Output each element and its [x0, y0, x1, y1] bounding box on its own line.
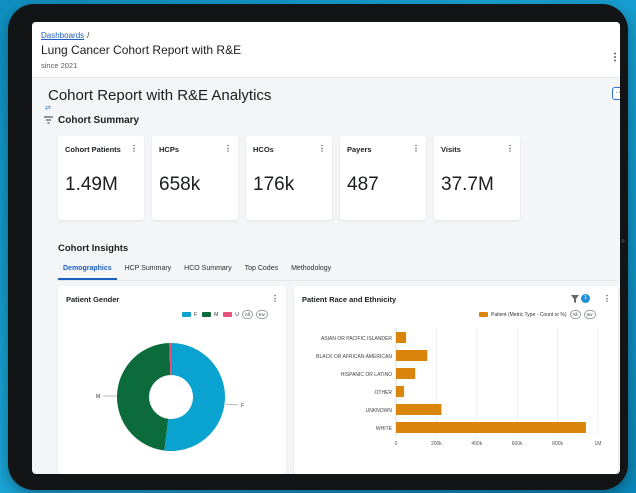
race-legend: Patient (Metric Type - Count or %) All I…: [474, 310, 596, 319]
kpi-menu-icon[interactable]: ⋮: [130, 144, 138, 153]
gender-donut-chart: FM: [96, 343, 244, 451]
race-bar-chart: 0 200k 400k 600k 800k 1M ASIAN OR PACIFIC ISLA…: [316, 328, 602, 447]
legend-invert-toggle[interactable]: Inv: [255, 310, 268, 319]
filter-lines-icon[interactable]: [44, 116, 53, 124]
x-tick-label: 400k: [471, 441, 482, 447]
kpi-card-visits: Visits ⋮ 37.7M: [434, 136, 520, 220]
camera-dot: [621, 239, 625, 243]
tab-hco-summary[interactable]: HCO Summary: [179, 262, 236, 280]
kpi-label: HCPs: [159, 145, 180, 154]
report-title: Lung Cancer Cohort Report with R&E: [41, 43, 242, 57]
breadcrumb-dashboards-link[interactable]: Dashboards: [41, 31, 84, 40]
panel-menu-icon[interactable]: ⋮: [603, 294, 611, 303]
funnel-icon[interactable]: [571, 294, 579, 303]
bar-asian-or-pacific-islander: [396, 332, 407, 343]
race-ethnicity-panel: Patient Race and Ethnicity 1 ⋮ Patient (…: [294, 286, 618, 474]
breadcrumb: Dashboards /: [41, 31, 89, 40]
legend-swatch-patient: [479, 312, 488, 317]
kpi-card-hcos: HCOs ⋮ 176k: [246, 136, 332, 220]
kpi-card-hcps: HCPs ⋮ 658k: [152, 136, 238, 220]
y-tick-label: UNKNOWN: [366, 408, 393, 414]
legend-label-patient[interactable]: Patient (Metric Type - Count or %): [491, 312, 567, 318]
report-menu-icon[interactable]: ⋮: [610, 52, 620, 63]
y-tick-label: WHITE: [376, 426, 393, 432]
patient-gender-panel: Patient Gender ⋮ F M U All Inv FM: [58, 286, 286, 474]
report-subtitle: since 2021: [41, 61, 78, 70]
y-tick-label: OTHER: [375, 390, 393, 396]
cohort-insights-title: Cohort Insights: [58, 243, 129, 254]
gender-legend: F M U All Inv: [177, 310, 268, 319]
legend-swatch-m: [202, 312, 212, 317]
slice-label-f: F: [241, 403, 244, 409]
x-tick-label: 200k: [431, 441, 442, 447]
report-header: Dashboards / Lung Cancer Cohort Report wi…: [32, 22, 620, 78]
kpi-card-payers: Payers ⋮ 487: [340, 136, 426, 220]
insights-tabs: Demographics HCP Summary HCO Summary Top…: [58, 262, 339, 280]
bar-hispanic-or-latino: [396, 368, 416, 379]
filter-count-badge: 1: [581, 294, 590, 303]
breadcrumb-separator: /: [87, 31, 90, 40]
slice-label-m: M: [96, 394, 100, 400]
tabs-divider: [58, 280, 618, 281]
donut-slice-m: [117, 343, 171, 451]
x-tick-label: 0: [395, 441, 398, 447]
panel-menu-icon[interactable]: ⋮: [271, 294, 279, 303]
kpi-value: 487: [347, 174, 379, 195]
dashboard-content: Cohort Report with R&E Analytics ··· ⇄ C…: [32, 78, 620, 474]
bar-unknown: [396, 404, 442, 415]
legend-swatch-u: [223, 312, 233, 317]
tab-hcp-summary[interactable]: HCP Summary: [120, 262, 177, 280]
legend-invert-toggle[interactable]: Inv: [583, 310, 596, 319]
legend-all-toggle[interactable]: All: [569, 310, 581, 319]
collapse-arrows-icon[interactable]: ⇄: [45, 104, 51, 112]
y-tick-label: BLACK OR AFRICAN AMERICAN: [316, 354, 392, 360]
cohort-summary-title: Cohort Summary: [58, 115, 140, 126]
y-tick-label: HISPANIC OR LATINO: [341, 372, 392, 378]
active-filter-indicator[interactable]: 1: [571, 294, 590, 303]
kpi-value: 37.7M: [441, 174, 494, 195]
tab-methodology[interactable]: Methodology: [286, 262, 336, 280]
y-tick-label: ASIAN OR PACIFIC ISLANDER: [321, 336, 392, 342]
kpi-label: Visits: [441, 145, 461, 154]
kpi-label: Payers: [347, 145, 372, 154]
panel-title: Patient Race and Ethnicity: [302, 295, 397, 304]
legend-label-f[interactable]: F: [194, 312, 197, 318]
bar-other: [396, 386, 405, 397]
tablet-frame: Dashboards / Lung Cancer Cohort Report wi…: [8, 4, 628, 490]
kpi-label: HCOs: [253, 145, 274, 154]
more-options-button[interactable]: ···: [612, 87, 620, 100]
bar-black-or-african-american: [396, 350, 428, 361]
x-tick-label: 800k: [552, 441, 563, 447]
bar-white: [396, 422, 586, 433]
legend-all-toggle[interactable]: All: [241, 310, 253, 319]
kpi-value: 658k: [159, 174, 201, 195]
x-tick-label: 1M: [595, 441, 602, 447]
page-title: Cohort Report with R&E Analytics: [48, 87, 272, 104]
tab-demographics[interactable]: Demographics: [58, 262, 117, 280]
legend-swatch-f: [182, 312, 191, 317]
kpi-menu-icon[interactable]: ⋮: [318, 144, 326, 153]
tab-top-codes[interactable]: Top Codes: [240, 262, 283, 280]
donut-slice-f: [164, 343, 225, 451]
kpi-label: Cohort Patients: [65, 145, 121, 154]
slice-leader-f: [224, 403, 239, 406]
x-tick-label: 600k: [512, 441, 523, 447]
panel-title: Patient Gender: [66, 295, 120, 304]
kpi-value: 1.49M: [65, 174, 118, 195]
app-screen: Dashboards / Lung Cancer Cohort Report wi…: [32, 22, 620, 474]
kpi-menu-icon[interactable]: ⋮: [412, 144, 420, 153]
kpi-value: 176k: [253, 174, 295, 195]
kpi-menu-icon[interactable]: ⋮: [224, 144, 232, 153]
legend-label-m[interactable]: M: [214, 312, 218, 318]
kpi-menu-icon[interactable]: ⋮: [506, 144, 514, 153]
kpi-card-cohort-patients: Cohort Patients ⋮ 1.49M: [58, 136, 144, 220]
legend-label-u[interactable]: U: [235, 312, 239, 318]
